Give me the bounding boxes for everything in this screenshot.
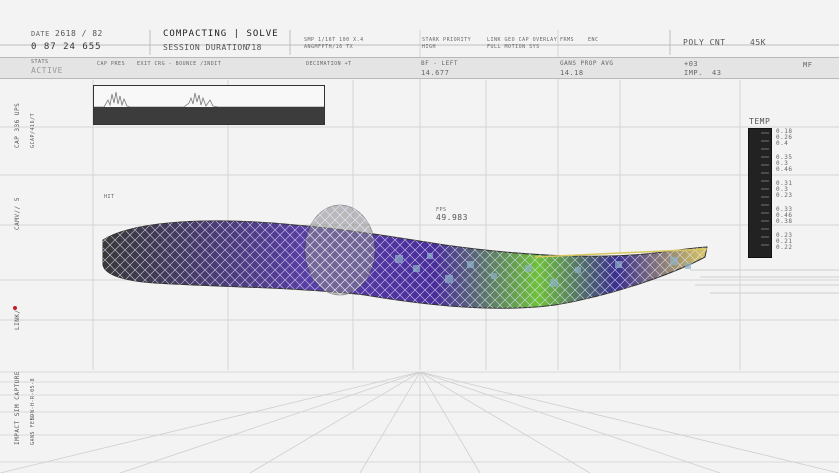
temp-value: 0.4	[776, 140, 789, 147]
temp-title: TEMP	[749, 117, 771, 126]
mid-info-3a: LINK GEO CAP OVERLAY	[487, 37, 558, 43]
timecode: 0 87 24 655	[31, 42, 102, 52]
mid-info-2a: STARK PRIORITY	[422, 37, 472, 43]
frame-value: ENC	[588, 37, 599, 43]
temp-value: 0.38	[776, 218, 793, 225]
gans-value: 14.18	[560, 69, 584, 77]
wireframe-mesh-icon	[102, 204, 708, 309]
mode-label: COMPACTING | SOLVE	[163, 29, 279, 39]
mid-info-1b: ANGMFPTH/16 TX	[304, 44, 354, 50]
gans-label: GANS PROP AVG	[560, 60, 614, 67]
mid-info-1a: SMP 1/16T 100 X.4	[304, 37, 364, 43]
link-label: LINK/	[14, 309, 21, 330]
imp-value: 43	[712, 69, 722, 77]
temp-value: 0.46	[776, 166, 793, 173]
session-label: SESSION DURATION	[163, 43, 249, 52]
temp-value: 0.23	[776, 192, 793, 199]
waveform-base-bar	[94, 107, 324, 124]
poly-count-label: POLY CNT	[683, 38, 726, 47]
exit-info: EXIT CRG - BOUNCE /INDIT	[137, 61, 222, 67]
bf-label: BF - LEFT	[421, 60, 459, 67]
cap-label: CAP 336 UPS	[14, 102, 21, 148]
status-value: ACTIVE	[31, 66, 63, 75]
date-label: DATE	[31, 30, 50, 38]
cap-sub-label: GCAP/416/T	[30, 112, 36, 148]
temp-ticks	[761, 132, 769, 246]
mf-label: MF	[803, 61, 813, 69]
cap-press-label: CAP PRES	[97, 61, 126, 67]
bf-value: 14.677	[421, 69, 450, 77]
waveform-panel	[93, 85, 325, 125]
hud-viewport: DATE 2618 / 82 0 87 24 655 COMPACTING | …	[0, 0, 839, 473]
mid-info-2b: HIGH	[422, 44, 437, 50]
impact-label: IMPACT SIM CAPTURE	[14, 370, 21, 445]
gans-feed-label: GANS FEED	[30, 413, 36, 445]
mid-info-3b: FULL MOTION SYS	[487, 44, 540, 50]
status-label: STATS	[31, 59, 49, 65]
link-status-dot	[13, 306, 17, 310]
date-value: 2618 / 82	[55, 29, 103, 38]
waveform-graph	[94, 91, 324, 108]
imp-label: IMP.	[684, 69, 703, 77]
temp-value: 0.22	[776, 244, 793, 251]
camv-label: CAMV// 5	[14, 197, 21, 230]
session-value: 718	[246, 43, 262, 52]
fps-value: 49.983	[436, 213, 468, 222]
decimation-label: DECIMATION +T	[306, 61, 352, 67]
poly-count-value: 45K	[750, 38, 766, 47]
motion-streaks	[690, 269, 839, 294]
frame-label: FRMS	[560, 37, 575, 43]
delta-label: +03	[684, 60, 699, 68]
hit-label: HIT	[104, 194, 115, 200]
temp-meter	[748, 128, 772, 258]
